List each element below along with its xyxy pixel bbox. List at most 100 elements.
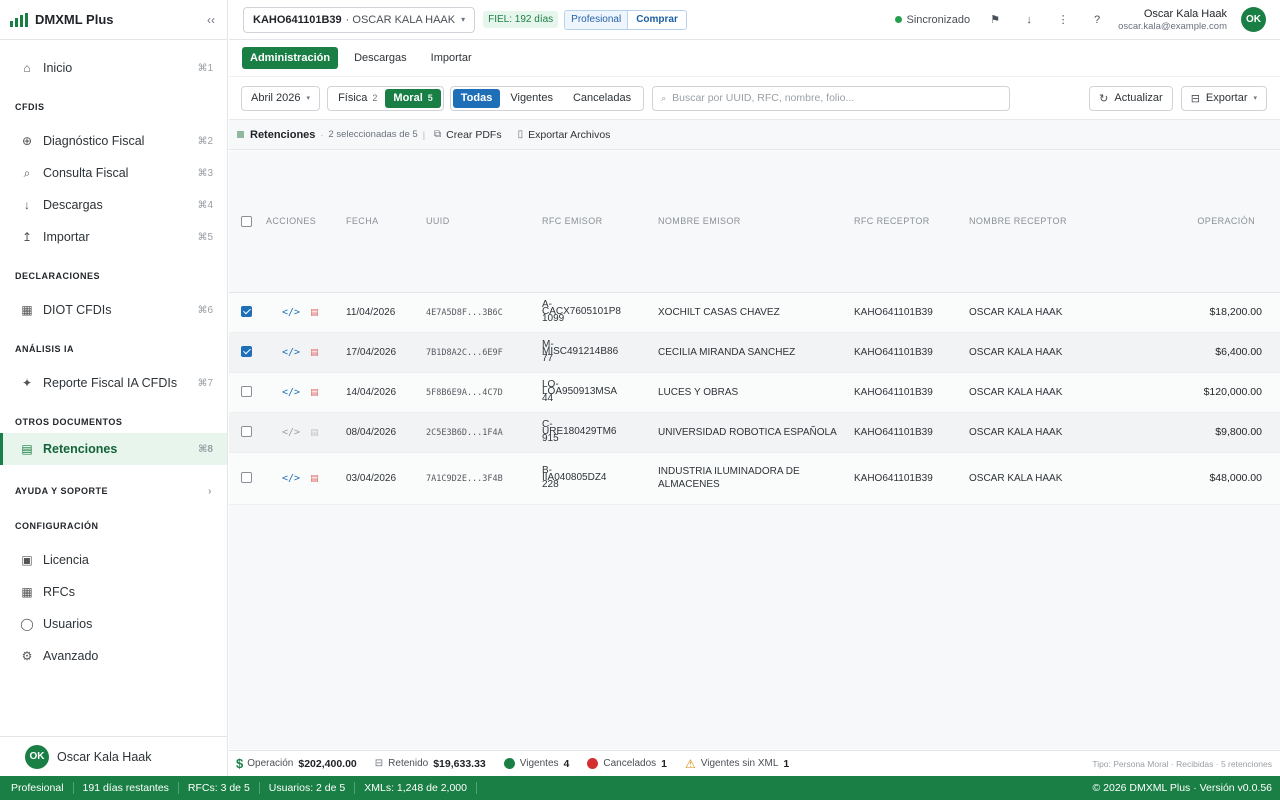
avatar[interactable]: OK — [1241, 7, 1266, 32]
column-header[interactable]: OPERACIÓN — [1119, 151, 1280, 293]
persona-toggle: Física 2 Moral 5 — [327, 85, 444, 111]
table-row[interactable]: </> ▤ 08/04/2026 2C5E3B6D...1F4A C- URE180… — [229, 412, 1280, 452]
status-vigentes-option[interactable]: Vigentes — [500, 89, 563, 108]
pdf-file-icon[interactable]: ▤ — [310, 427, 319, 437]
xml-code-icon[interactable]: </> — [282, 473, 300, 484]
cell-nombre-emisor: INDUSTRIA ILUMINADORA DE ALMACENES — [658, 466, 800, 490]
status-canceladas-option[interactable]: Canceladas — [563, 89, 641, 108]
upload-arrow-icon: ↥ — [21, 230, 33, 244]
rfc-selector[interactable]: KAHO641101B39 · OSCAR KALA HAAK ▾ — [243, 6, 476, 33]
user-info[interactable]: Oscar Kala Haak oscar.kala@example.com — [1118, 8, 1227, 32]
persona-fisica-option[interactable]: Física 2 — [330, 89, 385, 108]
tab-importar[interactable]: Importar — [423, 47, 480, 69]
cell-fecha: 17/04/2026 — [346, 346, 397, 358]
column-header[interactable]: UUID — [426, 151, 542, 293]
sidebar-item-rfcs[interactable]: ▦ RFCs — [0, 576, 227, 608]
export-files-button[interactable]: ▯ Exportar Archivos — [518, 129, 611, 141]
sidebar: DMXML Plus ‹‹ ⌂ Inicio ⌘1 CFDIS ⊕ Diagnó… — [0, 0, 228, 776]
column-header[interactable]: RFC EMISOR — [542, 151, 658, 293]
sidebar-item-descargas[interactable]: ↓ Descargas ⌘4 — [0, 189, 227, 221]
row-checkbox[interactable] — [241, 346, 252, 358]
shortcut-hint: ⌘1 — [197, 62, 213, 74]
tab-descargas[interactable]: Descargas — [346, 47, 415, 69]
cell-rfc-receptor: KAHO641101B39 — [854, 346, 933, 358]
xml-code-icon[interactable]: </> — [282, 307, 300, 318]
row-checkbox[interactable] — [241, 426, 252, 438]
cell-nombre-emisor: CECILIA MIRANDA SANCHEZ — [658, 346, 796, 358]
tab-administracion[interactable]: Administración — [242, 47, 339, 69]
help-icon[interactable]: ? — [1080, 14, 1114, 26]
sidebar-user[interactable]: OK Oscar Kala Haak — [0, 736, 227, 776]
persona-moral-option[interactable]: Moral 5 — [385, 88, 441, 108]
cell-fecha: 08/04/2026 — [346, 426, 397, 438]
create-pdfs-button[interactable]: ⧉ Crear PDFs — [434, 129, 502, 141]
flag-icon[interactable]: ⚑ — [978, 13, 1012, 26]
cell-operacion: $18,200.00 — [1209, 306, 1262, 318]
selection-count: 2 seleccionadas de 5 — [328, 129, 418, 140]
status-users: Usuarios: 2 de 5 — [260, 782, 356, 794]
export-button[interactable]: ⊟ Exportar ▾ — [1180, 85, 1267, 111]
pdf-file-icon[interactable]: ▤ — [310, 307, 319, 317]
cell-uuid[interactable]: 2C5E3B6D...1F4A — [426, 428, 503, 438]
table-row[interactable]: </> ▤ 17/04/2026 7B1D8A2C...6E9F M- MISC49… — [229, 332, 1280, 372]
more-vertical-icon[interactable]: ⋮ — [1046, 13, 1080, 26]
plan-badge: Profesional Comprar — [564, 9, 687, 30]
column-header[interactable]: NOMBRE EMISOR — [658, 151, 854, 293]
xml-code-icon[interactable]: </> — [282, 387, 300, 398]
download-icon[interactable]: ↓ — [1012, 14, 1046, 26]
status-toggle: Todas Vigentes Canceladas — [449, 85, 645, 111]
sidebar-item-avanzado[interactable]: ⚙ Avanzado — [0, 640, 227, 672]
cell-operacion: $6,400.00 — [1215, 346, 1262, 358]
sidebar-item-consulta-fiscal[interactable]: ⌕ Consulta Fiscal ⌘3 — [0, 157, 227, 189]
row-checkbox[interactable] — [241, 306, 252, 318]
cell-nombre-receptor: OSCAR KALA HAAK — [969, 426, 1063, 438]
sidebar-item-importar[interactable]: ↥ Importar ⌘5 — [0, 221, 227, 253]
collapse-sidebar-icon[interactable]: ‹‹ — [207, 13, 215, 27]
pdf-file-icon[interactable]: ▤ — [310, 347, 319, 357]
refresh-button[interactable]: ↻ Actualizar — [1089, 85, 1173, 111]
column-header[interactable]: NOMBRE RECEPTOR — [969, 151, 1119, 293]
row-checkbox[interactable] — [241, 472, 252, 484]
table-row[interactable]: </> ▤ 14/04/2026 5F8B6E9A...4C7D LO- LOA95… — [229, 372, 1280, 412]
sidebar-item-diot-cfdis[interactable]: ▦ DIOT CFDIs ⌘6 — [0, 294, 227, 326]
bar-chart-logo-icon — [10, 12, 28, 27]
cell-uuid[interactable]: 5F8B6E9A...4C7D — [426, 388, 503, 398]
cell-nombre-receptor: OSCAR KALA HAAK — [969, 346, 1063, 358]
table-row[interactable]: </> ▤ 03/04/2026 7A1C9D2E...3F4B B- IIA040… — [229, 452, 1280, 504]
sidebar-item-reporte-fiscal-ia[interactable]: ✦ Reporte Fiscal IA CFDIs ⌘7 — [0, 367, 227, 399]
sidebar-item-usuarios[interactable]: ◯ Usuarios — [0, 608, 227, 640]
sidebar-item-label: Retenciones — [43, 442, 118, 456]
sidebar-item-label: Inicio — [43, 61, 73, 75]
search-icon: ⌕ — [23, 165, 31, 180]
search-box: ⌕ — [652, 85, 1011, 111]
table-row[interactable]: </> ▤ 11/04/2026 4E7A5D8F...3B6C A- CACX76… — [229, 292, 1280, 332]
sync-dot-icon — [895, 16, 903, 23]
xml-code-icon[interactable]: </> — [282, 427, 300, 438]
shortcut-hint: ⌘5 — [197, 231, 213, 243]
select-all-checkbox[interactable] — [241, 215, 252, 227]
column-header[interactable]: RFC RECEPTOR — [854, 151, 969, 293]
column-header[interactable]: FECHA — [346, 151, 426, 293]
cell-uuid[interactable]: 4E7A5D8F...3B6C — [426, 308, 503, 318]
section-title: Retenciones — [250, 128, 316, 141]
cell-uuid[interactable]: 7A1C9D2E...3F4B — [426, 474, 503, 484]
sidebar-item-inicio[interactable]: ⌂ Inicio ⌘1 — [0, 52, 227, 84]
sync-status: Sincronizado — [895, 14, 970, 26]
xml-code-icon[interactable]: </> — [282, 347, 300, 358]
chevron-right-icon: › — [208, 485, 212, 497]
sidebar-item-diagnostico-fiscal[interactable]: ⊕ Diagnóstico Fiscal ⌘2 — [0, 125, 227, 157]
pdf-file-icon[interactable]: ▤ — [310, 473, 319, 483]
nav-section-ayuda-soporte[interactable]: AYUDA Y SOPORTE › — [0, 482, 227, 500]
pdf-file-icon[interactable]: ▤ — [310, 387, 319, 397]
status-todas-option[interactable]: Todas — [452, 88, 501, 108]
status-plan: Profesional — [11, 782, 74, 794]
sidebar-item-retenciones[interactable]: ▤ Retenciones ⌘8 — [0, 433, 227, 465]
search-input[interactable] — [672, 92, 993, 104]
home-icon: ⌂ — [23, 61, 31, 75]
cell-uuid[interactable]: 7B1D8A2C...6E9F — [426, 348, 503, 358]
sidebar-item-licencia[interactable]: ▣ Licencia — [0, 544, 227, 576]
month-selector[interactable]: Abril 2026 ▾ — [241, 85, 321, 111]
buy-button[interactable]: Comprar — [627, 10, 686, 29]
shortcut-hint: ⌘2 — [197, 135, 213, 147]
row-checkbox[interactable] — [241, 386, 252, 398]
